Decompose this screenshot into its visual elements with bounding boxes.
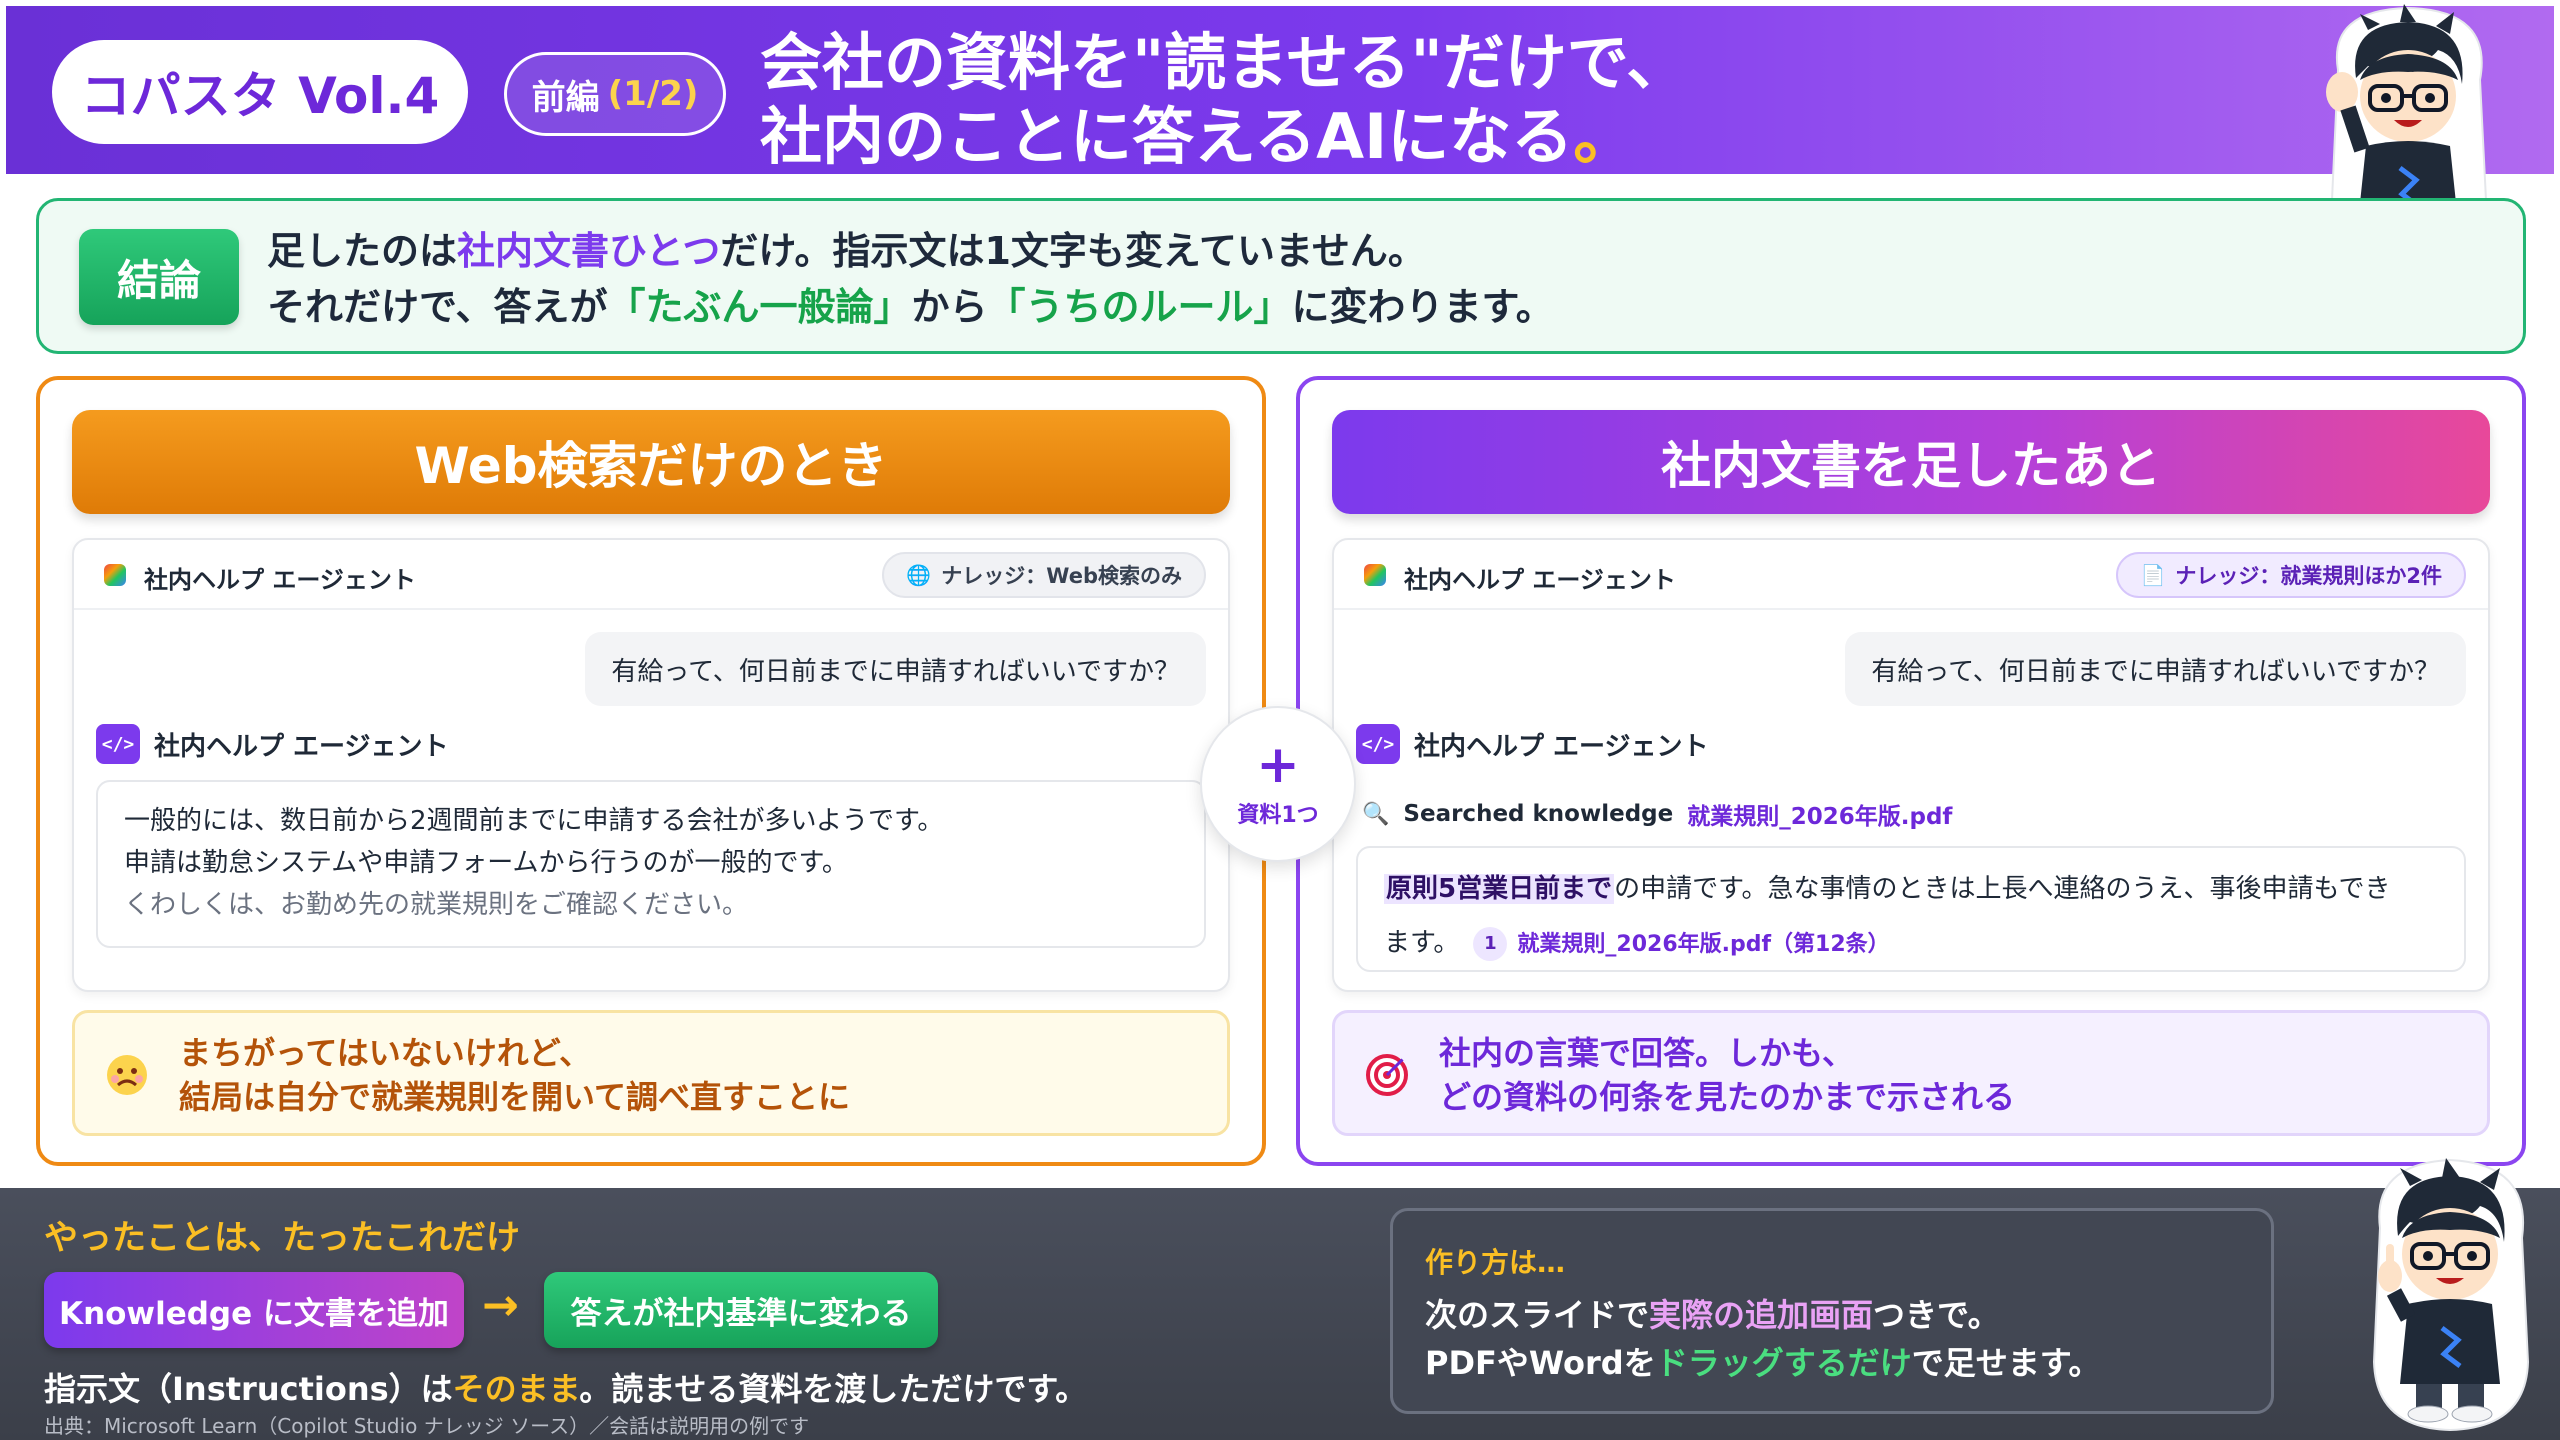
plus-one-document-badge: + 資料1つ — [1200, 706, 1356, 862]
after-panel: 社内文書を足したあと 社内ヘルプ エージェント 📄 ナレッジ：就業規則ほか2件 … — [1296, 376, 2526, 1166]
target-icon — [1366, 1054, 1408, 1096]
before-panel-heading: Web検索だけのとき — [72, 410, 1230, 514]
agent-reply-header: </> 社内ヘルプ エージェント — [1356, 722, 1709, 766]
source-citation: 出典：Microsoft Learn（Copilot Studio ナレッジ ソ… — [44, 1414, 810, 1438]
howto-box: 作り方は… 次のスライドで実際の追加画面つきで。 PDFやWordをドラッグする… — [1390, 1208, 2274, 1414]
citation-link[interactable]: 就業規則_2026年版.pdf（第12条） — [1517, 932, 1889, 957]
footer-heading: やったことは、たったこれだけ — [44, 1218, 520, 1258]
arrow-right-icon: → — [482, 1280, 519, 1331]
chat-window-after: 社内ヘルプ エージェント 📄 ナレッジ：就業規則ほか2件 有給って、何日前までに… — [1332, 538, 2490, 992]
chat-agent-title: 社内ヘルプ エージェント — [144, 566, 416, 594]
part-number: (1/2) — [607, 74, 699, 114]
answer-line-2: 申請は勤怠システムや申請フォームから行うのが一般的です。 — [124, 848, 848, 878]
howto-title: 作り方は… — [1425, 1246, 1566, 1279]
title-line-2: 社内のことに答えるAIになる。 — [760, 100, 1636, 173]
answer-line-1: 一般的には、数日前から2週間前までに申請する会社が多いようです。 — [124, 806, 944, 836]
knowledge-chip-label: ナレッジ：就業規則ほか2件 — [2175, 564, 2442, 588]
before-note-text: まちがってはいないけれど、 結局は自分で就業規則を開いて調べ直すことに — [179, 1034, 851, 1116]
before-panel: Web検索だけのとき 社内ヘルプ エージェント 🌐 ナレッジ：Web検索のみ 有… — [36, 376, 1266, 1166]
before-note: まちがってはいないけれど、 結局は自分で就業規則を開いて調べ直すことに — [72, 1010, 1230, 1136]
chat-topbar: 社内ヘルプ エージェント 🌐 ナレッジ：Web検索のみ — [74, 540, 1228, 610]
chat-agent-title: 社内ヘルプ エージェント — [1404, 566, 1676, 594]
searched-knowledge-row: 🔍 Searched knowledge 就業規則_2026年版.pdf — [1362, 796, 1952, 832]
part-badge: 前編 (1/2) — [504, 52, 726, 136]
copilot-logo-icon — [104, 564, 126, 586]
howto-line-2: PDFやWordをドラッグするだけで足せます。 — [1425, 1344, 2101, 1382]
conclusion-highlight-doc: 社内文書ひとつ — [457, 229, 721, 273]
code-icon: </> — [96, 724, 140, 764]
code-icon: </> — [1356, 724, 1400, 764]
after-panel-heading: 社内文書を足したあと — [1332, 410, 2490, 514]
answer-line-2: ます。 1 就業規則_2026年版.pdf（第12条） — [1384, 916, 2438, 972]
page-title: 会社の資料を"読ませる"だけで、 社内のことに答えるAIになる。 — [760, 26, 2260, 174]
chat-topbar: 社内ヘルプ エージェント 📄 ナレッジ：就業規則ほか2件 — [1334, 540, 2488, 610]
series-badge: コパスタ Vol.4 — [52, 40, 468, 144]
knowledge-chip-label: ナレッジ：Web検索のみ — [941, 564, 1182, 588]
plus-badge-label: 資料1つ — [1237, 803, 1319, 828]
mascot-pointing-illustration — [2372, 1158, 2530, 1432]
document-icon: 📄 — [2140, 563, 2166, 587]
footer: やったことは、たったこれだけ Knowledge に文書を追加 → 答えが社内基… — [0, 1188, 2560, 1440]
conclusion-badge: 結論 — [79, 229, 239, 325]
copilot-logo-icon — [1364, 564, 1386, 586]
howto-line-1: 次のスライドで実際の追加画面つきで。 — [1425, 1296, 2000, 1334]
conclusion-line-2: それだけで、答えが「たぶん一般論」から「うちのルール」に変わります。 — [267, 285, 1554, 329]
part-label: 前編 — [531, 77, 600, 118]
agent-reply-name: 社内ヘルプ エージェント — [1414, 731, 1709, 762]
answer-line-1: 原則5営業日前までの申請です。急な事情のときは上長へ連絡のうえ、事後申請もでき — [1384, 874, 2391, 904]
user-message: 有給って、何日前までに申請すればいいですか？ — [1845, 632, 2466, 706]
conclusion-highlight-rule: 「うちのルール」 — [987, 285, 1292, 329]
chat-window-before: 社内ヘルプ エージェント 🌐 ナレッジ：Web検索のみ 有給って、何日前までに申… — [72, 538, 1230, 992]
agent-answer: 一般的には、数日前から2週間前までに申請する会社が多いようです。 申請は勤怠シス… — [96, 780, 1206, 948]
conclusion-text: 足したのは社内文書ひとつだけ。指示文は1文字も変えていません。 それだけで、答え… — [267, 223, 2487, 335]
knowledge-chip[interactable]: 🌐 ナレッジ：Web検索のみ — [882, 552, 1206, 598]
agent-reply-header: </> 社内ヘルプ エージェント — [96, 722, 449, 766]
title-dot: 。 — [1573, 100, 1636, 173]
plus-icon: + — [1256, 735, 1300, 795]
after-note: 社内の言葉で回答。しかも、 どの資料の何条を見たのかまで示される — [1332, 1010, 2490, 1136]
globe-icon: 🌐 — [906, 563, 932, 587]
howto-text: 次のスライドで実際の追加画面つきで。 PDFやWordをドラッグするだけで足せま… — [1425, 1291, 2101, 1387]
footer-highlight: そのまま — [452, 1370, 580, 1408]
conclusion-box: 結論 足したのは社内文書ひとつだけ。指示文は1文字も変えていません。 それだけで… — [36, 198, 2526, 354]
worried-face-icon — [107, 1055, 147, 1095]
answer-line-3: くわしくは、お勤め先の就業規則をご確認ください。 — [124, 890, 749, 920]
search-icon: 🔍 — [1362, 801, 1390, 827]
searched-knowledge-label: Searched knowledge — [1403, 801, 1674, 827]
after-note-text: 社内の言葉で回答。しかも、 どの資料の何条を見たのかまで示される — [1439, 1034, 2016, 1116]
searched-file-link[interactable]: 就業規則_2026年版.pdf — [1687, 797, 1952, 831]
footer-summary: 指示文（Instructions）はそのまま。読ませる資料を渡しただけです。 — [44, 1370, 1088, 1408]
knowledge-chip[interactable]: 📄 ナレッジ：就業規則ほか2件 — [2116, 552, 2466, 598]
user-message: 有給って、何日前までに申請すればいいですか？ — [585, 632, 1206, 706]
agent-reply-name: 社内ヘルプ エージェント — [154, 731, 449, 762]
agent-answer: 原則5営業日前までの申請です。急な事情のときは上長へ連絡のうえ、事後申請もでき … — [1356, 846, 2466, 972]
step-add-knowledge: Knowledge に文書を追加 — [44, 1272, 464, 1348]
step-answer-changes: 答えが社内基準に変わる — [544, 1272, 938, 1348]
conclusion-highlight-general: 「たぶん一般論」 — [607, 285, 912, 329]
header-banner: コパスタ Vol.4 前編 (1/2) 会社の資料を"読ませる"だけで、 社内の… — [6, 6, 2554, 174]
conclusion-line-1: 足したのは社内文書ひとつだけ。指示文は1文字も変えていません。 — [267, 229, 1426, 273]
title-line-1: 会社の資料を"読ませる"だけで、 — [760, 26, 1689, 99]
citation-number[interactable]: 1 — [1473, 926, 1508, 961]
answer-highlight: 原則5営業日前まで — [1384, 874, 1615, 904]
